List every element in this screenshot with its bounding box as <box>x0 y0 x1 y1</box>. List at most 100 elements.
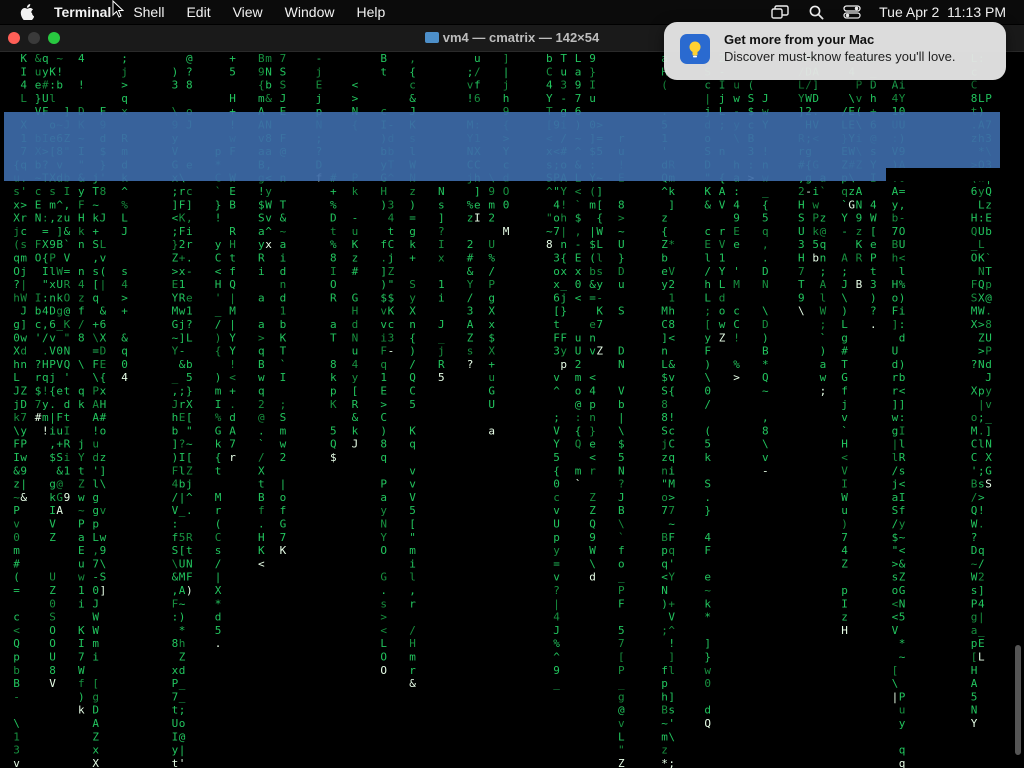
matrix-glyph: I <box>20 65 27 78</box>
matrix-glyph: N <box>186 557 193 570</box>
matrix-glyph: z <box>78 291 85 304</box>
matrix-glyph: l <box>820 291 827 304</box>
terminal-window[interactable]: vm4 — cmatrix — 142×54 {usxXj(qO?hg0XhLJ… <box>0 25 1024 768</box>
matrix-glyph: z <box>100 451 107 464</box>
menu-shell[interactable]: Shell <box>133 4 164 20</box>
menu-view[interactable]: View <box>233 4 263 20</box>
minimize-window-button[interactable] <box>28 32 40 44</box>
matrix-glyph: G <box>380 571 387 584</box>
window-title-text: vm4 — cmatrix — 142×54 <box>442 30 600 45</box>
matrix-glyph: ^ <box>121 185 128 198</box>
matrix-glyph: / <box>474 65 481 78</box>
matrix-glyph: ? <box>467 358 474 371</box>
matrix-glyph: A <box>856 185 863 198</box>
matrix-glyph: [ <box>186 451 193 464</box>
matrix-glyph: 1 <box>64 464 71 477</box>
matrix-glyph: R <box>64 438 71 451</box>
matrix-glyph: | <box>215 571 222 584</box>
matrix-glyph: ? <box>13 278 20 291</box>
matrix-glyph: g <box>892 424 899 437</box>
matrix-glyph: $ <box>388 291 395 304</box>
matrix-glyph: o <box>892 291 899 304</box>
matrix-glyph: O <box>380 651 387 664</box>
screen-mirroring-icon[interactable] <box>771 4 789 20</box>
menu-app-terminal[interactable]: Terminal <box>54 4 111 20</box>
apple-icon[interactable] <box>18 3 36 21</box>
matrix-glyph: r <box>35 371 42 384</box>
spotlight-search-icon[interactable] <box>807 4 825 20</box>
matrix-glyph: ] <box>661 331 668 344</box>
matrix-glyph: , <box>575 225 582 238</box>
matrix-glyph: W <box>971 571 978 584</box>
matrix-glyph: C <box>971 451 978 464</box>
matrix-glyph: B <box>762 345 769 358</box>
matrix-glyph: ? <box>971 358 978 371</box>
matrix-glyph: F <box>172 597 179 610</box>
cmatrix-output[interactable]: {usxXj(qO?hg0XhLJjk\FI&z~Pv0m#(=c<QpbB-\… <box>0 52 1024 768</box>
matrix-glyph: Q <box>762 371 769 384</box>
matrix-glyph: 9 <box>798 291 805 304</box>
matrix-glyph: U <box>179 557 186 570</box>
matrix-glyph: 4 <box>546 79 553 92</box>
matrix-glyph: , <box>64 198 71 211</box>
matrix-glyph: 0 <box>704 385 711 398</box>
matrix-glyph: < <box>899 252 906 265</box>
matrix-glyph: # <box>841 345 848 358</box>
matrix-glyph: \ <box>798 305 805 318</box>
matrix-glyph: | <box>100 278 107 291</box>
matrix-glyph: X <box>186 398 193 411</box>
matrix-glyph: : <box>733 185 740 198</box>
matrix-glyph: ) <box>215 331 222 344</box>
matrix-glyph: 3 <box>388 331 395 344</box>
matrix-glyph: 0 <box>575 278 582 291</box>
notification-banner[interactable]: Get more from your Mac Discover must-kno… <box>664 22 1006 80</box>
matrix-glyph: l <box>49 265 56 278</box>
matrix-glyph: ? <box>553 584 560 597</box>
matrix-glyph: . <box>258 424 265 437</box>
matrix-glyph: 4 <box>121 371 128 384</box>
matrix-glyph: f <box>380 238 387 251</box>
matrix-glyph: r <box>229 451 236 464</box>
matrix-glyph: % <box>553 637 560 650</box>
menu-bar: Terminal Shell Edit View Window Help Tue… <box>0 0 1024 24</box>
matrix-glyph: K <box>388 305 395 318</box>
matrix-glyph: Z <box>978 331 985 344</box>
matrix-glyph: K <box>596 305 603 318</box>
matrix-glyph: g <box>971 611 978 624</box>
matrix-glyph: E <box>380 385 387 398</box>
matrix-glyph: l <box>668 664 675 677</box>
matrix-glyph: p <box>92 518 99 531</box>
matrix-glyph: D <box>49 305 56 318</box>
matrix-glyph: ] <box>596 185 603 198</box>
close-window-button[interactable] <box>8 32 20 44</box>
matrix-glyph: , <box>49 438 56 451</box>
matrix-glyph: V <box>841 464 848 477</box>
matrix-glyph: q <box>409 438 416 451</box>
matrix-glyph: _ <box>179 504 186 517</box>
matrix-glyph: : <box>172 518 179 531</box>
matrix-glyph: m <box>42 411 49 424</box>
matrix-glyph: < <box>13 624 20 637</box>
matrix-glyph: ` <box>618 531 625 544</box>
matrix-glyph: y <box>978 185 985 198</box>
menu-bar-clock[interactable]: Tue Apr 2 11:13 PM <box>879 4 1006 20</box>
matrix-glyph: a <box>258 225 265 238</box>
matrix-glyph: Q <box>575 438 582 451</box>
matrix-glyph: Z <box>589 491 596 504</box>
matrix-glyph: ) <box>78 690 85 703</box>
matrix-glyph: V <box>409 491 416 504</box>
control-center-icon[interactable] <box>843 4 861 20</box>
menu-window[interactable]: Window <box>285 4 335 20</box>
vertical-scrollbar[interactable] <box>1015 645 1021 755</box>
matrix-glyph: ' <box>971 464 978 477</box>
matrix-glyph: ` <box>575 198 582 211</box>
matrix-glyph: R <box>856 252 863 265</box>
matrix-glyph: J <box>172 398 179 411</box>
zoom-window-button[interactable] <box>48 32 60 44</box>
menu-help[interactable]: Help <box>356 4 385 20</box>
matrix-glyph: \ <box>704 371 711 384</box>
matrix-glyph: m <box>589 198 596 211</box>
menu-edit[interactable]: Edit <box>186 4 210 20</box>
matrix-glyph: . <box>42 345 49 358</box>
matrix-glyph: \ <box>100 557 107 570</box>
